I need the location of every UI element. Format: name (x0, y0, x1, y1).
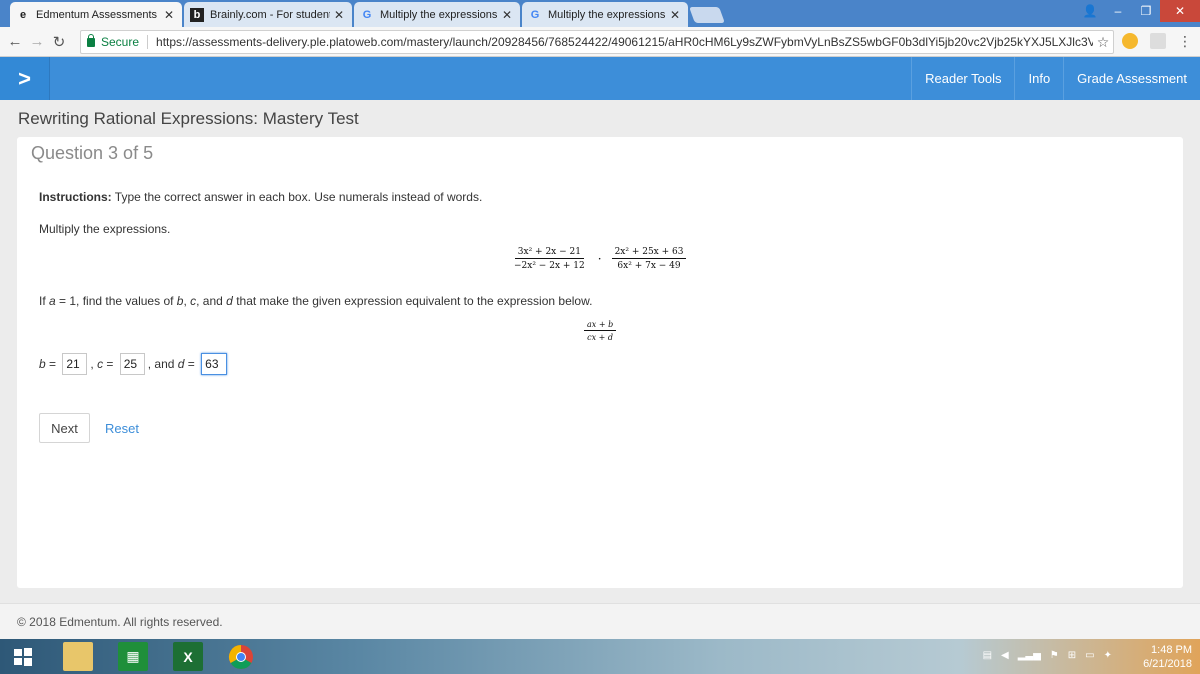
address-bar[interactable]: Secure https://assessments-delivery.ple.… (80, 30, 1114, 54)
expression-product: 3x² + 2x − 21 −2x² − 2x + 12 · 2x² + 25x… (511, 247, 687, 271)
tab-title: Multiply the expressions (380, 8, 498, 21)
tab-edmentum-assessments[interactable]: e Edmentum Assessments ✕ (10, 2, 182, 27)
tab-multiply-2[interactable]: G Multiply the expressions ✕ (522, 2, 688, 27)
condition-text: If a = 1, find the values of b, c, and d… (39, 294, 593, 308)
question-prompt: Multiply the expressions. (39, 222, 171, 236)
restore-icon[interactable]: ❐ (1132, 0, 1160, 22)
instructions: Instructions: Type the correct answer in… (39, 190, 482, 204)
google-g-icon: G (362, 8, 372, 21)
forward-arrow-icon[interactable]: → (26, 33, 48, 50)
tab-title: Brainly.com - For student (210, 8, 330, 21)
page-footer: © 2018 Edmentum. All rights reserved. (0, 603, 1200, 639)
browser-tab-strip: e Edmentum Assessments ✕ b Brainly.com -… (0, 0, 1200, 27)
close-icon[interactable]: ✕ (670, 8, 680, 22)
bookmark-star-icon[interactable]: ☆ (1093, 34, 1113, 51)
network-icon[interactable]: ⊞ (1068, 650, 1076, 661)
new-tab-button[interactable] (689, 7, 725, 23)
instructions-label: Instructions: (39, 190, 112, 204)
fraction-numerator: ax + b (584, 320, 617, 331)
fraction-numerator: 2x² + 25x + 63 (611, 247, 687, 259)
edmentum-e-icon: e (19, 8, 27, 21)
close-icon[interactable]: ✕ (502, 8, 512, 22)
battery-icon[interactable]: ▭ (1085, 650, 1094, 661)
volume-icon[interactable]: ◀ (1001, 650, 1009, 661)
clock-date: 6/21/2018 (1143, 658, 1192, 670)
copyright-text: © 2018 Edmentum. All rights reserved. (17, 615, 223, 629)
window-close-icon[interactable]: ✕ (1160, 0, 1200, 22)
reload-icon[interactable]: ↻ (48, 33, 70, 51)
question-heading: Question 3 of 5 (31, 143, 154, 163)
clock-time: 1:48 PM (1151, 644, 1192, 656)
tab-title: Edmentum Assessments (36, 8, 158, 21)
extension-icon[interactable] (1150, 33, 1166, 49)
grade-assessment-link[interactable]: Grade Assessment (1063, 57, 1200, 100)
emoji-extension-icon[interactable] (1122, 33, 1138, 49)
fraction-right: 2x² + 25x + 63 6x² + 7x − 49 (611, 247, 687, 271)
d-label: d (177, 357, 185, 371)
close-icon[interactable]: ✕ (164, 8, 174, 22)
close-icon[interactable]: ✕ (334, 8, 344, 22)
b-label: b (39, 357, 46, 371)
question-card: Question 3 of 5 Instructions: Type the c… (17, 137, 1183, 588)
multiply-operator: · (597, 252, 602, 266)
instructions-text: Type the correct answer in each box. Use… (114, 190, 483, 204)
reset-link[interactable]: Reset (105, 421, 139, 436)
fraction-denominator: −2x² − 2x + 12 (514, 261, 585, 271)
file-explorer-icon[interactable] (63, 642, 93, 671)
fraction-left: 3x² + 2x − 21 −2x² − 2x + 12 (511, 247, 588, 271)
fraction-denominator: 6x² + 7x − 49 (617, 261, 681, 271)
menu-toggle-chevron-icon[interactable]: > (0, 57, 50, 100)
next-button[interactable]: Next (39, 413, 90, 443)
windows-start-icon[interactable] (8, 642, 38, 671)
back-arrow-icon[interactable]: ← (4, 33, 26, 50)
answer-b-input[interactable]: 21 (62, 353, 88, 375)
target-expression: ax + b cx + d (584, 320, 617, 342)
excel-icon[interactable]: X (173, 642, 203, 671)
flag-icon[interactable]: ⚑ (1050, 650, 1059, 661)
divider (147, 35, 149, 49)
keyboard-icon[interactable]: ▤ (983, 650, 992, 661)
answer-c-input[interactable]: 25 (119, 353, 145, 375)
windows-taskbar: ▦ X ▤ ◀ ▂▃▅ ⚑ ⊞ ▭ ✦ 1:48 PM 6/21/2018 (0, 639, 1200, 674)
lock-icon (87, 33, 95, 47)
taskbar-clock[interactable]: 1:48 PM 6/21/2018 (1143, 643, 1192, 671)
minimize-icon[interactable]: – (1104, 0, 1132, 22)
tab-title: Multiply the expressions (548, 8, 666, 21)
secure-indicator[interactable]: Secure (87, 33, 139, 49)
app-nav: Reader Tools Info Grade Assessment (911, 57, 1200, 100)
system-tray: ▤ ◀ ▂▃▅ ⚑ ⊞ ▭ ✦ (974, 650, 1112, 661)
app-header: > Reader Tools Info Grade Assessment (0, 57, 1200, 100)
reader-tools-link[interactable]: Reader Tools (911, 57, 1014, 100)
browser-toolbar: ← → ↻ Secure https://assessments-deliver… (0, 27, 1200, 57)
tab-multiply-1[interactable]: G Multiply the expressions ✕ (354, 2, 520, 27)
brainly-b-icon: b (190, 7, 204, 22)
info-link[interactable]: Info (1014, 57, 1063, 100)
notification-icon[interactable]: ✦ (1104, 650, 1112, 661)
spreadsheet-app-icon[interactable]: ▦ (118, 642, 148, 671)
fraction-numerator: 3x² + 2x − 21 (514, 247, 584, 259)
answer-d-input[interactable]: 63 (201, 353, 228, 375)
signal-icon[interactable]: ▂▃▅ (1018, 650, 1041, 661)
answer-row: b = 21, c = 25, and d = 63 (39, 353, 230, 375)
fraction-denominator: cx + d (587, 333, 614, 342)
google-g-icon: G (530, 8, 540, 21)
url-text[interactable]: https://assessments-delivery.ple.platowe… (156, 35, 1093, 49)
test-title: Rewriting Rational Expressions: Mastery … (18, 109, 359, 128)
profile-icon[interactable]: 👤 (1076, 0, 1104, 22)
tab-brainly[interactable]: b Brainly.com - For student ✕ (184, 2, 352, 27)
menu-dots-icon[interactable]: ⋮ (1178, 33, 1192, 50)
window-controls: 👤 – ❐ ✕ (1076, 0, 1200, 22)
chrome-icon[interactable] (226, 642, 256, 671)
